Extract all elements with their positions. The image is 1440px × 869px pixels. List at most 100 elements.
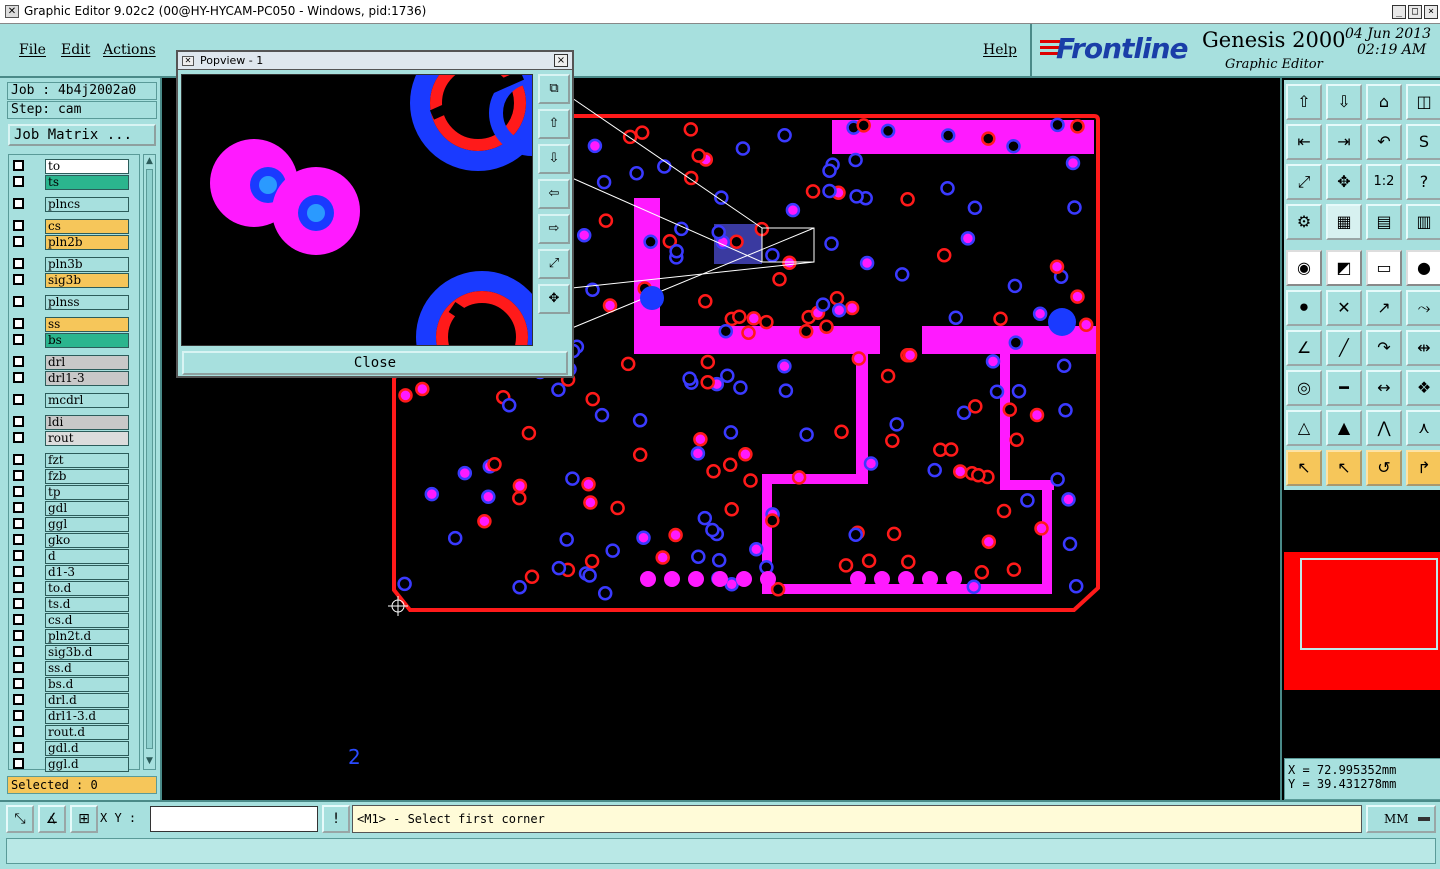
popview-window[interactable]: Popview - 1 ✕ × ⧉ ⇧ ⇩ ⇦ ⇨ ⤢ ✥ Close (176, 50, 574, 378)
layer-checkbox[interactable] (13, 518, 24, 529)
layer-row[interactable]: fzt (9, 453, 139, 468)
popview-up-icon[interactable]: ⇧ (538, 109, 570, 139)
layer-name[interactable]: ldi (45, 415, 129, 430)
layer-checkbox[interactable] (13, 550, 24, 561)
layer-row[interactable]: drl (9, 355, 139, 370)
layer-checkbox[interactable] (13, 470, 24, 481)
layer-row[interactable]: to (9, 159, 139, 174)
layer-row[interactable]: drl1-3 (9, 371, 139, 386)
layer-name[interactable]: gko (45, 533, 129, 548)
select-alt-icon[interactable]: ↖ (1326, 450, 1362, 486)
popview-close-button[interactable]: Close (182, 351, 568, 375)
menu-actions[interactable]: Actions (103, 42, 156, 58)
menu-file[interactable]: File (19, 42, 46, 58)
layer-checkbox[interactable] (13, 318, 24, 329)
layer-name[interactable]: plncs (45, 197, 129, 212)
line-node-icon[interactable]: ⤳ (1406, 290, 1440, 326)
layer-row[interactable]: gko (9, 533, 139, 548)
slash-icon[interactable]: ╱ (1326, 330, 1362, 366)
layer-row[interactable]: to.d (9, 581, 139, 596)
layer-name[interactable]: cs.d (45, 613, 129, 628)
layer-name[interactable]: d (45, 549, 129, 564)
layer-row[interactable]: ts.d (9, 597, 139, 612)
layer-checkbox[interactable] (13, 726, 24, 737)
job-matrix-button[interactable]: Job Matrix ... (8, 124, 156, 146)
layer-checkbox[interactable] (13, 534, 24, 545)
layer-row[interactable]: pln2t.d (9, 629, 139, 644)
popview-zoom-out-icon[interactable]: ✥ (538, 284, 570, 314)
layer-name[interactable]: plnss (45, 295, 129, 310)
pan-left-icon[interactable]: ⇤ (1286, 124, 1322, 160)
layer-name[interactable]: ggl (45, 517, 129, 532)
layer-checkbox[interactable] (13, 220, 24, 231)
layer-name[interactable]: to (45, 159, 129, 174)
layer-name[interactable]: pln2t.d (45, 629, 129, 644)
layer-checkbox[interactable] (13, 258, 24, 269)
cluster-icon[interactable]: ❖ (1406, 370, 1440, 406)
step-icon[interactable]: ↱ (1406, 450, 1440, 486)
pad-icon[interactable]: ◉ (1286, 250, 1322, 286)
layer-checkbox[interactable] (13, 694, 24, 705)
layer-row[interactable]: bs.d (9, 677, 139, 692)
layer-checkbox[interactable] (13, 486, 24, 497)
layer-checkbox[interactable] (13, 742, 24, 753)
popview-close-icon[interactable]: × (554, 54, 568, 67)
fit-icon[interactable]: ⤢ (1286, 164, 1322, 200)
angle-icon[interactable]: ∠ (1286, 330, 1322, 366)
layer-row[interactable]: bs (9, 333, 139, 348)
layer-name[interactable]: ss (45, 317, 129, 332)
layer-row[interactable]: d (9, 549, 139, 564)
minimap-viewport[interactable] (1300, 558, 1438, 650)
grid-icon[interactable]: ▦ (1326, 204, 1362, 240)
layer-checkbox[interactable] (13, 630, 24, 641)
peak-icon[interactable]: ⋀ (1366, 410, 1402, 446)
save-icon[interactable]: ⇩ (1326, 84, 1362, 120)
arc-icon[interactable]: ↷ (1366, 330, 1402, 366)
layer-checkbox[interactable] (13, 236, 24, 247)
layer-checkbox[interactable] (13, 614, 24, 625)
layer-checkbox[interactable] (13, 662, 24, 673)
layer-checkbox[interactable] (13, 566, 24, 577)
layer-name[interactable]: to.d (45, 581, 129, 596)
triangle-icon[interactable]: △ (1286, 410, 1322, 446)
layer-row[interactable]: mcdrl (9, 393, 139, 408)
layer-checkbox[interactable] (13, 356, 24, 367)
measure-icon[interactable]: ↔ (1366, 370, 1402, 406)
popview-down-icon[interactable]: ⇩ (538, 144, 570, 174)
pan-right-icon[interactable]: ⇥ (1326, 124, 1362, 160)
layer-name[interactable]: sig3b.d (45, 645, 129, 660)
layer-row[interactable]: ldi (9, 415, 139, 430)
cross-icon[interactable]: ✕ (1326, 290, 1362, 326)
triangle-up-icon[interactable]: ▲ (1326, 410, 1362, 446)
layer-checkbox[interactable] (13, 758, 24, 769)
home-icon[interactable]: ⇧ (1286, 84, 1322, 120)
split-view-icon[interactable]: ◫ (1406, 84, 1440, 120)
undo-icon[interactable]: ↶ (1366, 124, 1402, 160)
layer-name[interactable]: fzt (45, 453, 129, 468)
layer-checkbox[interactable] (13, 598, 24, 609)
layer-checkbox[interactable] (13, 372, 24, 383)
layer-name[interactable]: drl1-3 (45, 371, 129, 386)
scroll-up-icon[interactable]: ▲ (144, 156, 155, 168)
menu-help[interactable]: Help (983, 42, 1017, 58)
minimize-icon[interactable]: _ (1392, 5, 1406, 19)
layer-name[interactable]: mcdrl (45, 393, 129, 408)
layer-row[interactable]: ts (9, 175, 139, 190)
layer-name[interactable]: bs (45, 333, 129, 348)
node-icon[interactable]: ⚫ (1286, 290, 1322, 326)
layer-checkbox[interactable] (13, 394, 24, 405)
layer-row[interactable]: plncs (9, 197, 139, 212)
layer-name[interactable]: ss.d (45, 661, 129, 676)
app-system-icon[interactable]: ✕ (5, 5, 19, 18)
layer-row[interactable]: cs (9, 219, 139, 234)
scale-icon[interactable]: 1:2 (1366, 164, 1402, 200)
menu-edit[interactable]: Edit (61, 42, 90, 58)
layers-alt-icon[interactable]: ▥ (1406, 204, 1440, 240)
house-icon[interactable]: ⌂ (1366, 84, 1402, 120)
layer-name[interactable]: pln2b (45, 235, 129, 250)
layer-name[interactable]: gdl.d (45, 741, 129, 756)
layer-row[interactable]: cs.d (9, 613, 139, 628)
maximize-icon[interactable]: □ (1408, 5, 1422, 19)
popview-canvas[interactable] (181, 74, 533, 346)
peak-alt-icon[interactable]: ⋏ (1406, 410, 1440, 446)
